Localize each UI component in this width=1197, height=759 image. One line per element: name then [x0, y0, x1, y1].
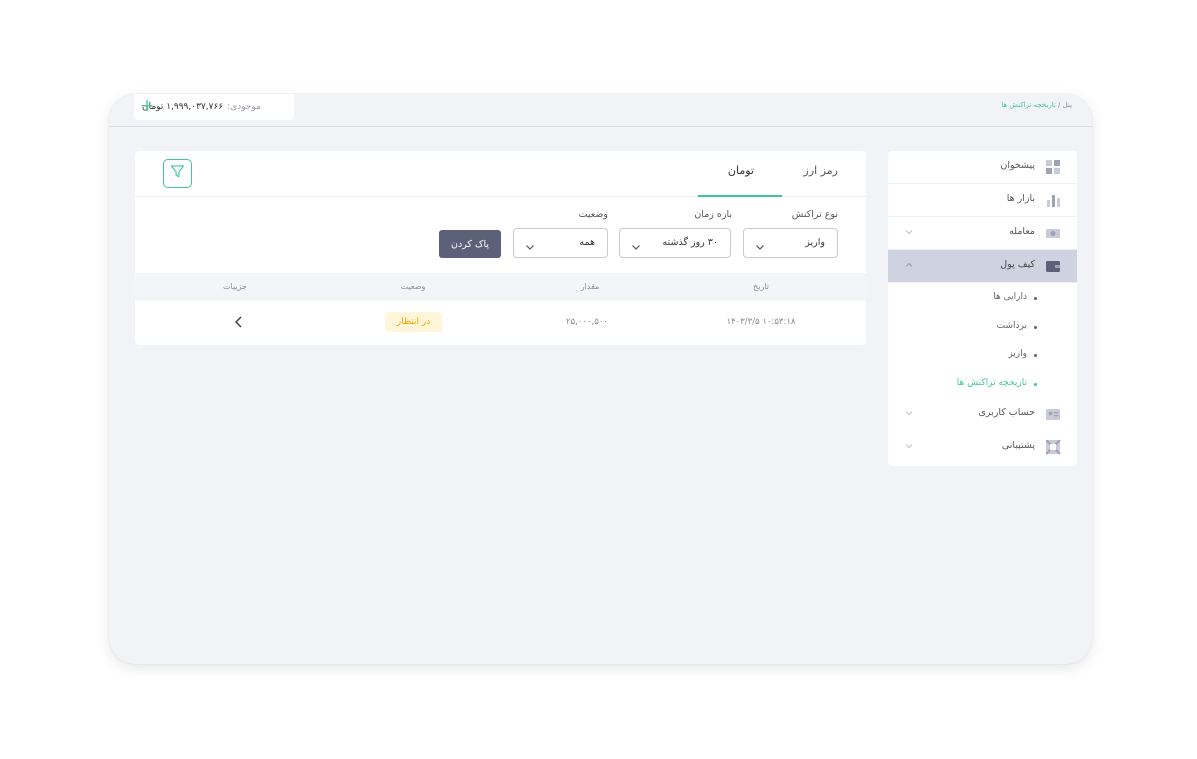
balance-box: موجودی: ۱,۹۹۹,۰۳۷,۷۶۶ تومان +: [134, 94, 294, 120]
support-icon: [1045, 439, 1061, 455]
chart-bars-icon: [1046, 193, 1061, 208]
wallet-icon: [1046, 259, 1061, 274]
balance-label: موجودی:: [227, 102, 261, 112]
exchange-icon: [1046, 226, 1061, 241]
sidebar-item-label: پیشخوان: [1000, 160, 1035, 171]
sidebar: پیشخوان بازار ها معامله کیف پول دارایی ه…: [888, 151, 1077, 466]
status-value: همه: [579, 237, 595, 248]
submenu-item-label: تاریخچه تراکنش ها: [956, 377, 1027, 388]
dashboard-icon: [1046, 160, 1061, 175]
table-row: ۱۴۰۳/۳/۵ ۱۰:۵۳:۱۸ ۲۵,۰۰۰,۵۰۰ در انتظار: [135, 301, 866, 345]
breadcrumb-separator: /: [1058, 101, 1061, 109]
details-button[interactable]: [231, 314, 247, 330]
sidebar-item-account[interactable]: حساب کاربری: [888, 398, 1077, 431]
add-balance-button[interactable]: +: [139, 98, 155, 115]
sidebar-item-label: کیف پول: [1000, 259, 1035, 270]
id-card-icon: [1046, 407, 1061, 422]
submenu-item-deposit[interactable]: واریز: [888, 341, 1077, 370]
sidebar-item-label: معامله: [1009, 226, 1035, 237]
chevron-down-icon[interactable]: [904, 441, 914, 451]
chevron-left-icon: [234, 316, 242, 328]
currency-tabs: رمز ارز تومان: [135, 151, 866, 197]
time-range-label: بازه زمان: [694, 209, 732, 220]
sidebar-item-support[interactable]: پشتیبانی: [888, 431, 1077, 464]
active-tab-indicator: [698, 195, 782, 197]
sidebar-item-wallet[interactable]: کیف پول: [888, 250, 1077, 283]
column-header-date: تاریخ: [753, 282, 769, 291]
clear-filters-button[interactable]: پاک کردن: [439, 230, 501, 258]
chevron-down-icon[interactable]: [904, 408, 914, 418]
time-range-select[interactable]: ۳۰ روز گذشته: [619, 228, 731, 258]
sidebar-item-label: بازار ها: [1006, 193, 1035, 204]
submenu-item-assets[interactable]: دارایی ها: [888, 284, 1077, 313]
submenu-item-label: واریز: [1008, 349, 1027, 359]
submenu-item-transaction-history[interactable]: تاریخچه تراکنش ها: [888, 370, 1077, 399]
chevron-down-icon[interactable]: [904, 227, 914, 237]
tab-toman[interactable]: تومان: [728, 164, 754, 177]
time-range-value: ۳۰ روز گذشته: [662, 237, 718, 248]
chevron-up-icon[interactable]: [904, 260, 914, 270]
transaction-type-value: واریز: [805, 237, 825, 248]
status-filter-label: وضعیت: [578, 209, 608, 220]
top-bar: پنل / تاریخچه تراکنش ها موجودی: ۱,۹۹۹,۰۳…: [109, 94, 1092, 127]
chevron-down-icon: [630, 238, 642, 250]
status-select[interactable]: همه: [513, 228, 608, 258]
cell-date: ۱۴۰۳/۳/۵ ۱۰:۵۳:۱۸: [726, 317, 796, 327]
sidebar-item-markets[interactable]: بازار ها: [888, 184, 1077, 217]
chevron-down-icon: [754, 238, 766, 250]
bullet-icon: [1034, 354, 1037, 357]
filter-button[interactable]: [163, 159, 192, 188]
transactions-card: رمز ارز تومان نوع تراکنش بازه زمان وضعیت…: [135, 151, 866, 345]
bullet-icon: [1034, 382, 1037, 386]
cell-amount: ۲۵,۰۰۰,۵۰۰: [566, 317, 608, 327]
tab-crypto[interactable]: رمز ارز: [804, 164, 838, 177]
submenu-item-label: برداشت: [996, 320, 1027, 331]
breadcrumb-current: تاریخچه تراکنش ها: [1001, 101, 1056, 109]
filter-icon: [170, 164, 185, 183]
bullet-icon: [1034, 325, 1037, 329]
transaction-type-label: نوع تراکنش: [791, 209, 838, 220]
column-header-status: وضعیت: [400, 282, 426, 291]
bullet-icon: [1034, 297, 1037, 300]
column-header-amount: مقدار: [580, 282, 600, 291]
status-badge: در انتظار: [385, 312, 442, 332]
app-frame: پنل / تاریخچه تراکنش ها موجودی: ۱,۹۹۹,۰۳…: [109, 94, 1092, 664]
wallet-submenu: دارایی ها برداشت واریز تاریخچه تراکنش ها: [888, 283, 1077, 398]
column-header-details: جزییات: [223, 282, 247, 291]
sidebar-item-dashboard[interactable]: پیشخوان: [888, 151, 1077, 184]
transaction-type-select[interactable]: واریز: [743, 228, 838, 258]
table-header: تاریخ مقدار وضعیت جزییات: [135, 273, 866, 301]
sidebar-item-trade[interactable]: معامله: [888, 217, 1077, 250]
breadcrumb-root[interactable]: پنل: [1063, 101, 1072, 109]
chevron-down-icon: [524, 238, 536, 250]
submenu-item-label: دارایی ها: [993, 292, 1027, 302]
submenu-item-withdraw[interactable]: برداشت: [888, 313, 1077, 342]
sidebar-item-label: حساب کاربری: [978, 407, 1035, 418]
breadcrumb: پنل / تاریخچه تراکنش ها: [1001, 101, 1072, 109]
sidebar-item-label: پشتیبانی: [1001, 440, 1035, 451]
